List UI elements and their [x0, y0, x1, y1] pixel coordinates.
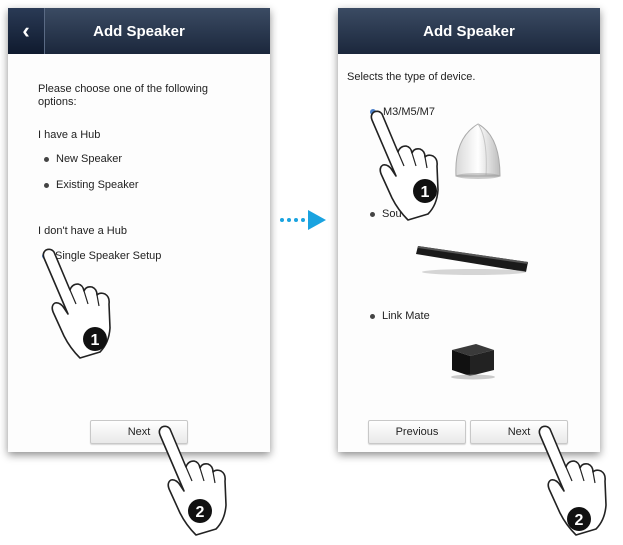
step-two-badge: 2 — [188, 499, 212, 523]
intro-text: Selects the type of device. — [347, 71, 476, 83]
option-label: Link Mate — [382, 310, 430, 322]
step-number: 1 — [421, 184, 430, 201]
intro-text: Please choose one of the following optio… — [38, 83, 209, 108]
radio-bullet — [44, 156, 49, 162]
arrow-right-icon — [280, 210, 326, 230]
option-link-mate[interactable]: Link Mate — [370, 310, 430, 322]
step-one-badge: 1 — [83, 327, 107, 351]
step-one-badge: 1 — [413, 179, 437, 203]
header-bar: Add Speaker — [338, 8, 600, 54]
radio-bullet — [44, 182, 49, 188]
link-mate-icon — [451, 344, 495, 380]
next-button-label: Next — [127, 426, 151, 438]
previous-button[interactable]: Previous — [368, 420, 466, 444]
pointing-hand-icon — [158, 425, 227, 536]
option-label: New Speaker — [56, 153, 123, 165]
option-existing-speaker[interactable]: Existing Speaker — [44, 179, 139, 191]
hub-heading: I have a Hub — [38, 129, 101, 141]
step-two-badge: 2 — [567, 507, 591, 531]
page-title: Add Speaker — [93, 22, 185, 40]
header-bar: ‹ Add Speaker — [8, 8, 270, 54]
step-number: 1 — [91, 332, 100, 349]
back-chevron-icon: ‹ — [22, 18, 30, 43]
next-button-label: Next — [507, 426, 531, 438]
option-label: Existing Speaker — [56, 179, 139, 191]
back-button[interactable]: ‹ — [8, 8, 45, 54]
soundbar-icon — [416, 246, 528, 275]
no-hub-heading: I don't have a Hub — [38, 225, 127, 237]
page-title: Add Speaker — [423, 22, 515, 40]
right-phone-screen: Add Speaker Selects the type of device. … — [338, 8, 600, 452]
left-phone-screen: ‹ Add Speaker Please choose one of the f… — [8, 8, 270, 452]
step-number: 2 — [575, 512, 584, 529]
step-number: 2 — [196, 504, 205, 521]
pointing-hand-icon — [370, 110, 439, 221]
radio-bullet — [370, 313, 375, 319]
option-new-speaker[interactable]: New Speaker — [44, 153, 122, 165]
previous-button-label: Previous — [395, 426, 439, 438]
